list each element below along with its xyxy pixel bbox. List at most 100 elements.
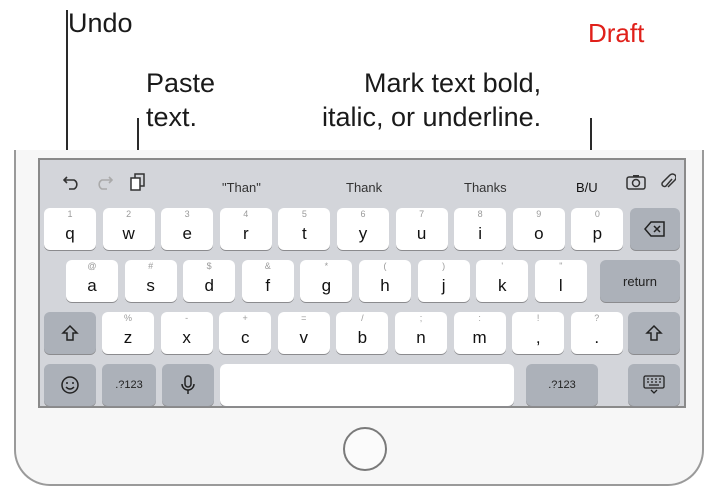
camera-icon[interactable]: [626, 172, 646, 192]
draft-label: Draft: [588, 18, 645, 48]
key-primary-label: h: [380, 276, 390, 295]
key-v[interactable]: = v: [277, 312, 330, 354]
key-z[interactable]: % z: [102, 312, 154, 354]
key-secondary-label: 2: [126, 209, 132, 219]
key-primary-label: q: [65, 224, 75, 243]
key-secondary-label: &: [264, 261, 271, 271]
undo-callout: Undo: [68, 8, 133, 38]
key-secondary-label: /: [361, 313, 364, 323]
key-secondary-label: (: [383, 261, 387, 271]
key-secondary-label: 8: [477, 209, 483, 219]
key-h[interactable]: (h: [359, 260, 411, 302]
key-l[interactable]: " l: [534, 260, 587, 302]
key-secondary-label: 1: [67, 209, 73, 219]
key-k[interactable]: ' k: [476, 260, 529, 302]
bold-italic-underline-button[interactable]: B/U: [576, 180, 598, 195]
key-primary-label: u: [416, 224, 427, 243]
key-g[interactable]: * g: [300, 260, 353, 302]
key-secondary-label: 0: [594, 209, 600, 219]
shift-icon: [44, 312, 96, 354]
key-primary-label: .: [594, 328, 600, 347]
key-q[interactable]: 1q: [44, 208, 96, 250]
key-secondary-label: 6: [360, 209, 366, 219]
numbers-key-right[interactable]: .?123: [526, 364, 598, 406]
key-d[interactable]: $ d: [183, 260, 236, 302]
shift-icon: [628, 312, 680, 354]
key-x[interactable]: -x: [160, 312, 213, 354]
return-key[interactable]: return: [600, 260, 680, 302]
key-b[interactable]: / b: [336, 312, 389, 354]
suggestion-1[interactable]: "Than": [222, 180, 261, 195]
key-primary-label: e: [182, 224, 192, 243]
key-secondary-label: @: [87, 261, 97, 271]
key-secondary-label: #: [148, 261, 154, 271]
suggestion-2[interactable]: Thank: [346, 180, 382, 195]
suggestion-3[interactable]: Thanks: [464, 180, 507, 195]
key-j[interactable]: ) j: [417, 260, 470, 302]
key-t[interactable]: 5t: [278, 208, 331, 250]
shift-key-right[interactable]: [628, 312, 680, 354]
key-primary-label: o: [534, 224, 544, 243]
key-primary-label: d: [204, 276, 214, 295]
key-primary-label: a: [87, 276, 97, 295]
key-m[interactable]: :m: [453, 312, 506, 354]
key-primary-label: l: [558, 276, 563, 295]
key-secondary-label: 5: [301, 209, 307, 219]
key-primary-label: t: [302, 224, 307, 243]
key-secondary-label: 4: [243, 209, 249, 219]
key-n[interactable]: ; n: [395, 312, 447, 354]
paste-icon[interactable]: [128, 172, 148, 192]
key-w[interactable]: 2w: [102, 208, 155, 250]
key-primary-label: b: [357, 328, 368, 347]
key-a[interactable]: @ a: [66, 260, 118, 302]
key-secondary-label: 3: [184, 209, 190, 219]
attach-icon[interactable]: [658, 172, 678, 192]
numbers-key-left[interactable]: .?123: [102, 364, 156, 406]
redo-icon[interactable]: [94, 172, 114, 192]
key-secondary-label: ): [442, 261, 446, 271]
key-period[interactable]: ?.: [570, 312, 623, 354]
key-secondary-label: 9: [536, 209, 542, 219]
key-primary-label: m: [472, 328, 487, 347]
key-secondary-label: :: [478, 313, 481, 323]
key-e[interactable]: 3e: [161, 208, 214, 250]
key-secondary-label: 7: [419, 209, 425, 219]
key-primary-label: c: [240, 328, 250, 347]
delete-key[interactable]: [630, 208, 680, 250]
backspace-icon: [630, 208, 680, 250]
microphone-icon: [162, 364, 214, 406]
key-primary-label: g: [321, 276, 332, 295]
key-comma[interactable]: !,: [512, 312, 565, 354]
key-i[interactable]: 8i: [454, 208, 507, 250]
key-primary-label: x: [182, 328, 191, 347]
key-f[interactable]: & f: [241, 260, 294, 302]
key-s[interactable]: # s: [124, 260, 177, 302]
format-callout: Mark text bold, italic, or underline.: [322, 68, 542, 132]
key-secondary-label: *: [324, 261, 329, 271]
key-primary-label: f: [265, 276, 271, 295]
key-r[interactable]: 4r: [219, 208, 272, 250]
key-secondary-label: -: [185, 313, 189, 323]
key-secondary-label: ": [559, 261, 563, 271]
space-bar[interactable]: [220, 364, 514, 406]
keyboard: "Than" Thank Thanks B/U return .?123 .?1…: [38, 158, 686, 408]
key-secondary-label: ': [501, 261, 504, 271]
key-secondary-label: ?: [594, 313, 600, 323]
shift-key-left[interactable]: [44, 312, 96, 354]
hide-keyboard-key[interactable]: [628, 364, 680, 406]
key-c[interactable]: + c: [219, 312, 272, 354]
emoji-key[interactable]: [44, 364, 96, 406]
dictation-key[interactable]: [162, 364, 214, 406]
key-y[interactable]: 6y: [337, 208, 389, 250]
key-secondary-label: =: [301, 313, 307, 323]
key-primary-label: y: [358, 224, 368, 243]
home-button[interactable]: [343, 427, 387, 471]
key-p[interactable]: 0p: [571, 208, 624, 250]
key-u[interactable]: 7u: [395, 208, 448, 250]
key-primary-label: i: [478, 224, 483, 243]
undo-icon[interactable]: [62, 172, 82, 192]
key-o[interactable]: 9o: [512, 208, 565, 250]
key-secondary-label: %: [123, 313, 132, 323]
key-primary-label: p: [592, 224, 603, 243]
key-secondary-label: ;: [419, 313, 423, 323]
